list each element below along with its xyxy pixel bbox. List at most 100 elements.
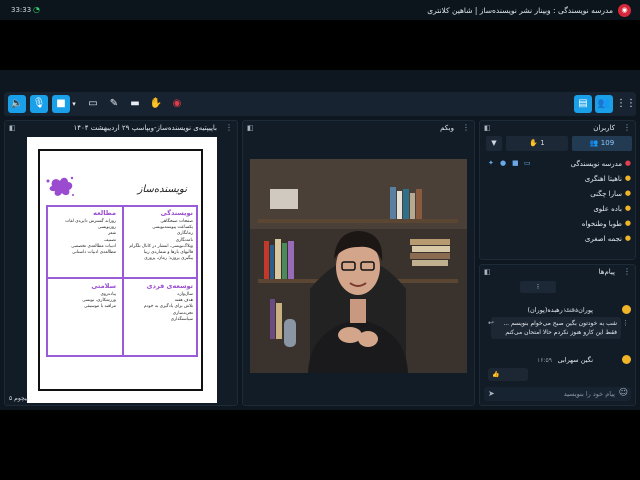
cell-title: مطالعه bbox=[93, 209, 116, 217]
participant-row[interactable]: ● طوبا وطنخواه bbox=[486, 217, 631, 232]
folder-icon: ▬ bbox=[130, 98, 140, 109]
presentation-slide: نویسنده‌ساز نویسندگی صفحات صبحگاهی یکساع… bbox=[27, 137, 217, 403]
webcam-panel: ◧ وبکم ⋮ bbox=[242, 120, 475, 406]
participant-count: 109 bbox=[600, 139, 615, 147]
mic-icon: 🎙 bbox=[32, 98, 46, 109]
expand-icon[interactable]: ◧ bbox=[9, 124, 16, 132]
panel-menu-icon[interactable]: ⋮ bbox=[462, 123, 470, 132]
clock: 33:33 bbox=[11, 6, 32, 14]
webcam-title: وبکم bbox=[440, 124, 454, 132]
meeting-title: مدرسه نویسندگی : وبینار نشر نویسنده‌ساز … bbox=[427, 6, 613, 15]
goals-grid: نویسندگی صفحات صبحگاهی یکساعت پیوسته‌نوی… bbox=[46, 205, 198, 357]
avatar bbox=[622, 305, 631, 314]
message-author: پوران‌دخت رهبده(پوران) bbox=[527, 306, 593, 314]
emoji-icon[interactable]: ☺ bbox=[619, 388, 628, 398]
message-menu-icon[interactable]: ⋮ bbox=[622, 319, 629, 327]
slide-footer: پیچوم ۵ bbox=[9, 395, 29, 402]
cell-item: مراقبه یا موسیقی bbox=[84, 304, 116, 310]
cell-title: نویسندگی bbox=[160, 209, 193, 217]
participant-name: نجمه اصغری bbox=[584, 235, 622, 243]
grid-divider bbox=[48, 277, 196, 279]
participant-row[interactable]: ● مدرسه نویسندگی ✦ ● ■ ▭ bbox=[486, 157, 631, 172]
mic-button[interactable]: 🎙 bbox=[30, 95, 48, 113]
chat-toggle-button[interactable]: ▤ bbox=[574, 95, 592, 113]
presentation-panel: ◧ باپیپتیه‌ی نویسنده‌ساز-وبپاسپ ۲۹ اردیب… bbox=[4, 120, 238, 406]
ink-splash-icon bbox=[46, 176, 74, 196]
users-icon: 👥 bbox=[589, 139, 599, 147]
screen-icon: ▭ bbox=[524, 159, 531, 167]
files-button[interactable]: ▬ bbox=[126, 95, 144, 113]
users-toggle-button[interactable]: 👥 bbox=[595, 95, 613, 113]
cell-health: سلامتی پیاده‌روی ورزشکاری، نویسی مراقبه … bbox=[48, 282, 116, 311]
layout-button[interactable]: ⋮⋮ bbox=[616, 95, 636, 113]
speaker-icon: 🔈 bbox=[10, 98, 24, 109]
panel-menu-icon[interactable]: ⋮ bbox=[623, 123, 631, 132]
message-time: ۱۶:۵۸ bbox=[563, 307, 578, 314]
user-icon: ● bbox=[624, 159, 631, 167]
participant-list: ● مدرسه نویسندگی ✦ ● ■ ▭ ● ناهیتا اهنگری… bbox=[486, 157, 631, 247]
user-icon: ● bbox=[624, 174, 631, 182]
slide-frame: نویسنده‌ساز نویسندگی صفحات صبحگاهی یکساع… bbox=[38, 149, 203, 391]
presentation-title: باپیپتیه‌ی نویسنده‌ساز-وبپاسپ ۲۹ اردیبهش… bbox=[73, 124, 217, 132]
user-icon: ● bbox=[624, 204, 631, 212]
screen-share-button[interactable]: ▭ bbox=[84, 95, 102, 113]
cell-item: مطالعه‌ی ادبیات داستانی bbox=[72, 250, 116, 256]
record-button[interactable]: ◉ bbox=[168, 95, 186, 113]
expand-icon[interactable]: ◧ bbox=[247, 124, 254, 132]
chat-scroll-button[interactable]: ⁝ bbox=[520, 281, 556, 293]
users-icon: 👥 bbox=[597, 98, 611, 109]
participants-title: کاربران bbox=[593, 124, 615, 132]
pin-icon[interactable]: ✦ bbox=[488, 159, 494, 167]
reply-icon[interactable]: ↩ bbox=[488, 319, 494, 327]
message-bubble: 👍 bbox=[488, 368, 528, 381]
participant-row[interactable]: ● نجمه اصغری bbox=[486, 232, 631, 247]
hand-count: 1 bbox=[540, 139, 545, 147]
avatar bbox=[622, 355, 631, 364]
expand-icon[interactable]: ◧ bbox=[484, 124, 491, 132]
camera-button[interactable]: ■ bbox=[52, 95, 70, 113]
participant-name: طوبا وطنخواه bbox=[581, 220, 622, 228]
cell-study: مطالعه روزانه گسترش دایره‌ی لغات روزنویس… bbox=[48, 209, 116, 256]
hand-icon: ✋ bbox=[149, 98, 163, 109]
send-icon[interactable]: ➤ bbox=[488, 389, 495, 398]
cell-item: سیاستگذاری bbox=[170, 316, 193, 322]
camera-options-button[interactable]: ▾ bbox=[70, 95, 78, 113]
webcam-video bbox=[250, 159, 467, 373]
raise-hand-button[interactable]: ✋ bbox=[147, 95, 165, 113]
participant-row[interactable]: ● سارا چگنی bbox=[486, 187, 631, 202]
panel-menu-icon[interactable]: ⋮ bbox=[225, 123, 233, 132]
user-icon: ● bbox=[624, 219, 631, 227]
user-icon: ● bbox=[624, 234, 631, 242]
camera-icon: ■ bbox=[56, 98, 66, 109]
chat-title: پیام‌ها bbox=[598, 268, 615, 276]
participant-name: سارا چگنی bbox=[590, 190, 622, 198]
hand-icon: ✋ bbox=[529, 139, 538, 147]
chat-input[interactable]: ➤ پیام خود را بنویسید ☺ bbox=[484, 387, 631, 401]
mic-icon: ● bbox=[500, 159, 507, 167]
cell-title: سلامتی bbox=[91, 282, 116, 290]
camera-icon: ■ bbox=[512, 159, 519, 167]
participant-row[interactable]: ● ناهیتا اهنگری bbox=[486, 172, 631, 187]
wifi-icon: ◔ bbox=[33, 5, 40, 14]
meeting-app: 🔈 🎙 ■ ▾ ▭ ✎ ▬ ✋ ◉ ▤ 👥 ⋮⋮ ◧ باپیپتیه‌ی نو… bbox=[0, 70, 640, 410]
participant-row[interactable]: ● باده علوی bbox=[486, 202, 631, 217]
participant-name: باده علوی bbox=[593, 205, 622, 213]
filter-icon: ▼ bbox=[491, 139, 497, 147]
chat-input-placeholder: پیام خود را بنویسید bbox=[563, 390, 615, 398]
cell-item: پیگیری پروژه: رمان، پروزی bbox=[144, 256, 193, 262]
message-line: 👍 bbox=[492, 371, 500, 378]
participant-count-tab[interactable]: 👥 109 bbox=[572, 136, 632, 151]
message-line: شب به خودتون بگین صبح می‌خوام بنویسم ... bbox=[503, 320, 617, 327]
screen-share-icon: ▭ bbox=[88, 98, 98, 109]
expand-icon[interactable]: ◧ bbox=[484, 268, 491, 276]
raised-hands-counter[interactable]: ✋ 1 bbox=[506, 136, 568, 151]
panel-menu-icon[interactable]: ⋮ bbox=[623, 267, 631, 276]
speaker-button[interactable]: 🔈 bbox=[8, 95, 26, 113]
grid-icon: ⋮⋮ bbox=[616, 98, 636, 109]
cell-writing: نویسندگی صفحات صبحگاهی یکساعت پیوسته‌نوی… bbox=[123, 209, 193, 262]
message-author: نگین سهرابی bbox=[557, 356, 593, 364]
filter-button[interactable]: ▼ bbox=[486, 136, 502, 151]
cell-personal-growth: توسعه‌ی فردی سال‌واژه هدف هفته تلاش برای… bbox=[123, 282, 193, 323]
app-logo-icon: ◉ bbox=[618, 4, 631, 17]
whiteboard-button[interactable]: ✎ bbox=[105, 95, 123, 113]
